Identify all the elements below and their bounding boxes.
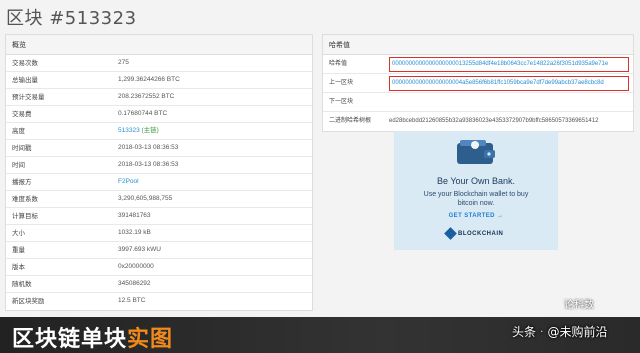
row-value: 0x20000000: [118, 263, 154, 270]
row-label: 版本: [12, 263, 25, 271]
summary-row: 预计交易量 208.23672552 BTC: [6, 89, 312, 106]
row-label: 重量: [12, 246, 25, 254]
row-label: 大小: [12, 229, 25, 237]
hash-row: 下一区块: [323, 93, 633, 112]
page-title: 区块 #513323: [6, 8, 137, 29]
row-label: 新区块奖励: [12, 297, 45, 305]
summary-row: 时间 2018-03-13 08:36:53: [6, 157, 312, 174]
hash-row: 二进制哈希树根 ed28bcebdd21260855b32a93836023e43…: [323, 112, 633, 131]
ad-title: Be Your Own Bank.: [436, 176, 516, 186]
row-label: 上一区块: [329, 79, 354, 86]
summary-row: 新区块奖励 12.5 BTC: [6, 293, 312, 310]
summary-row: 重量 3997.693 kWU: [6, 242, 312, 259]
row-value: 2018-03-13 08:36:53: [118, 161, 179, 168]
row-value: 12.5 BTC: [118, 297, 146, 304]
row-label: 二进制哈希树根: [329, 117, 372, 124]
pool-link[interactable]: F2Pool: [118, 178, 139, 185]
summary-row: 播报方 F2Pool: [6, 174, 312, 191]
row-label: 下一区块: [329, 98, 354, 105]
merkle-root-value: ed28bcebdd21260855b32a93836023e435337290…: [389, 118, 599, 124]
row-label: 交易费: [12, 110, 32, 118]
hash-heading: 哈希值: [323, 35, 633, 55]
watermark-left: 头条: [512, 325, 537, 339]
summary-row: 时间戳 2018-03-13 08:36:53: [6, 140, 312, 157]
summary-heading: 概览: [6, 35, 312, 55]
hash-panel: 哈希值 哈希值 0000000000000000000013255d84df4e1…: [322, 34, 634, 132]
wallet-icon: [457, 140, 495, 164]
row-value: 3997.693 kWU: [118, 246, 161, 253]
next-block-value: [389, 93, 633, 111]
height-link[interactable]: 513323: [118, 127, 140, 134]
row-label: 高度: [12, 127, 25, 135]
hash-row: 上一区块 000000000000000000004a5e856f6b81ffc1…: [323, 74, 633, 93]
watermark-top: 论科数: [564, 300, 594, 311]
row-value: 345086292: [118, 280, 151, 287]
row-label: 总输出量: [12, 76, 38, 84]
row-label: 随机数: [12, 280, 32, 288]
row-value: 391481763: [118, 212, 151, 219]
row-value: 3,290,605,988,755: [118, 195, 173, 202]
banner-title: 区块链单块实图: [12, 321, 173, 353]
banner-title-highlight: 实图: [127, 327, 174, 352]
row-value: 275: [118, 59, 129, 66]
row-value: 513323 (主链): [118, 123, 312, 139]
row-label: 播报方: [12, 178, 32, 186]
watermark-separator: ·: [540, 325, 544, 338]
hash-row: 哈希值 0000000000000000000013255d84df4e18b06…: [323, 55, 633, 74]
row-label: 交易次数: [12, 59, 38, 67]
summary-row: 总输出量 1,299.36244266 BTC: [6, 72, 312, 89]
summary-row: 随机数 345086292: [6, 276, 312, 293]
row-value: 0.17680744 BTC: [118, 110, 168, 117]
watermark: 头条 · @未购前沿: [512, 323, 608, 340]
row-label: 时间: [12, 161, 25, 169]
previous-block-link[interactable]: 000000000000000000004a5e856f6b81ffc1059b…: [389, 76, 629, 91]
summary-row: 版本 0x20000000: [6, 259, 312, 276]
summary-row: 大小 1032.19 kB: [6, 225, 312, 242]
row-label: 时间戳: [12, 144, 32, 152]
row-value: 208.23672552 BTC: [118, 93, 175, 100]
row-label: 哈希值: [329, 60, 348, 67]
watermark-right: @未购前沿: [547, 325, 608, 339]
block-hash-link[interactable]: 0000000000000000000013255d84df4e18b0643c…: [389, 57, 629, 72]
row-value: 1,299.36244266 BTC: [118, 76, 180, 83]
row-label: 难度系数: [12, 195, 38, 203]
brand-label: BLOCKCHAIN: [458, 230, 504, 237]
summary-panel: 概览 交易次数 275 总输出量 1,299.36244266 BTC 预计交易量 2…: [5, 34, 313, 311]
banner-title-main: 区块链单块: [12, 327, 128, 352]
get-started-link[interactable]: GET STARTED →: [394, 213, 558, 219]
summary-row: 计算目标 391481763: [6, 208, 312, 225]
summary-row: 交易费 0.17680744 BTC: [6, 106, 312, 123]
summary-row: 高度 513323 (主链): [6, 123, 312, 140]
blockchain-brand: BLOCKCHAIN: [444, 227, 504, 240]
row-value: 2018-03-13 08:36:53: [118, 144, 179, 151]
summary-row: 难度系数 3,290,605,988,755: [6, 191, 312, 208]
row-value: F2Pool: [118, 174, 312, 190]
row-value: 1032.19 kB: [118, 229, 151, 236]
summary-row: 交易次数 275: [6, 55, 312, 72]
blockchain-logo-icon: [444, 227, 457, 240]
row-label: 计算目标: [12, 212, 38, 220]
ad-subtitle: Use your Blockchain wallet to buy bitcoi…: [423, 191, 529, 207]
row-label: 预计交易量: [12, 93, 45, 101]
main-chain-tag: (主链): [141, 127, 159, 134]
blockchain-ad[interactable]: Be Your Own Bank. Use your Blockchain wa…: [394, 131, 558, 250]
